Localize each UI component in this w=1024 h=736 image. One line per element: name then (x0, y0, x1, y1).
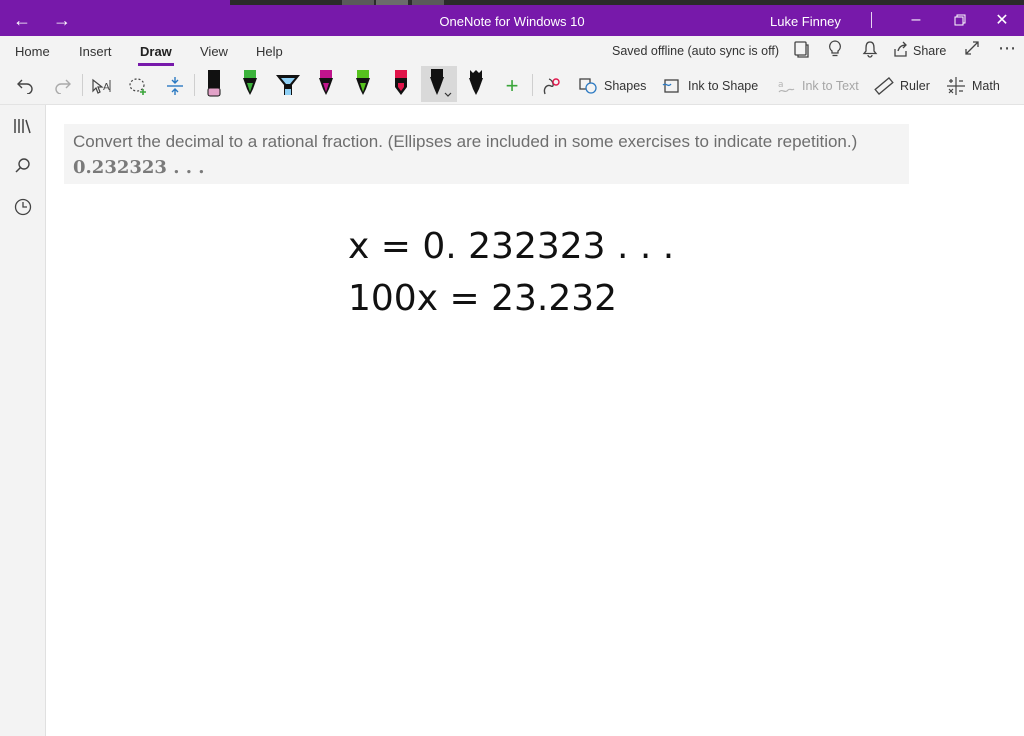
question-value: 0.232323 . . . (73, 157, 205, 178)
minimize-icon[interactable]: – (904, 6, 928, 34)
ink-to-text-label: Ink to Text (802, 79, 859, 93)
title-bar: ← → OneNote for Windows 10 Luke Finney –… (0, 0, 1024, 36)
pen-black-selected-icon[interactable] (424, 67, 454, 101)
notebooks-icon[interactable] (12, 115, 34, 137)
toolbar-divider (532, 74, 533, 96)
eraser-icon[interactable] (202, 67, 226, 101)
tab-view[interactable]: View (200, 44, 228, 59)
pen-green-icon[interactable] (238, 67, 262, 101)
share-icon[interactable] (893, 40, 909, 63)
notebook-sync-icon[interactable] (793, 40, 809, 63)
shapes-button[interactable]: Shapes (578, 69, 646, 103)
sync-status: Saved offline (auto sync is off) (612, 44, 779, 58)
undo-icon[interactable] (12, 69, 38, 103)
share-button[interactable]: Share (913, 44, 946, 58)
redo-icon[interactable] (50, 69, 76, 103)
search-icon[interactable] (12, 155, 34, 177)
type-select-icon[interactable]: A (88, 69, 114, 103)
svg-text:a: a (778, 80, 784, 90)
tab-draw[interactable]: Draw (138, 44, 174, 66)
pen-red-icon[interactable] (389, 67, 413, 101)
question-text: Convert the decimal to a rational fracti… (73, 132, 858, 151)
restore-icon[interactable] (948, 6, 972, 34)
recent-clock-icon[interactable] (12, 196, 34, 218)
ink-to-shape-button[interactable]: Ink to Shape (662, 69, 758, 103)
ink-to-text-button[interactable]: a Ink to Text (776, 69, 859, 103)
math-button[interactable]: Math (946, 69, 1000, 103)
taskbar-strip (230, 0, 1024, 5)
title-separator (871, 12, 872, 28)
ink-replay-icon[interactable] (538, 69, 564, 103)
lasso-select-icon[interactable] (126, 69, 152, 103)
question-block[interactable]: Convert the decimal to a rational fracti… (64, 124, 909, 184)
toolbar-divider (194, 74, 195, 96)
pen-green-2-icon[interactable] (351, 67, 375, 101)
ink-line-1: x = 0. 232323 . . . (348, 226, 674, 267)
close-icon[interactable]: ✕ (990, 6, 1014, 34)
pen-magenta-icon[interactable] (314, 67, 338, 101)
user-name[interactable]: Luke Finney (770, 14, 841, 29)
ruler-button[interactable]: Ruler (874, 69, 930, 103)
highlighter-blue-icon[interactable] (274, 67, 302, 101)
bell-icon[interactable] (862, 40, 878, 63)
math-label: Math (972, 79, 1000, 93)
tab-help[interactable]: Help (256, 44, 283, 59)
handwritten-ink[interactable]: x = 0. 232323 . . . 100x = 23.232 (340, 220, 700, 330)
svg-text:A: A (103, 82, 110, 93)
tab-home[interactable]: Home (15, 44, 50, 59)
toolbar-divider (82, 74, 83, 96)
ruler-label: Ruler (900, 79, 930, 93)
ink-line-2: 100x = 23.232 (348, 278, 617, 319)
more-options-icon[interactable]: ⋯ (998, 38, 1016, 59)
add-pen-icon[interactable]: + (500, 69, 524, 103)
lightbulb-icon[interactable] (828, 40, 842, 63)
add-space-icon[interactable] (162, 69, 188, 103)
tab-insert[interactable]: Insert (79, 44, 112, 59)
ink-to-shape-label: Ink to Shape (688, 79, 759, 93)
expand-icon[interactable] (964, 40, 980, 61)
pen-black-icon[interactable] (464, 67, 488, 101)
left-nav (0, 105, 46, 736)
shapes-label: Shapes (604, 79, 647, 93)
